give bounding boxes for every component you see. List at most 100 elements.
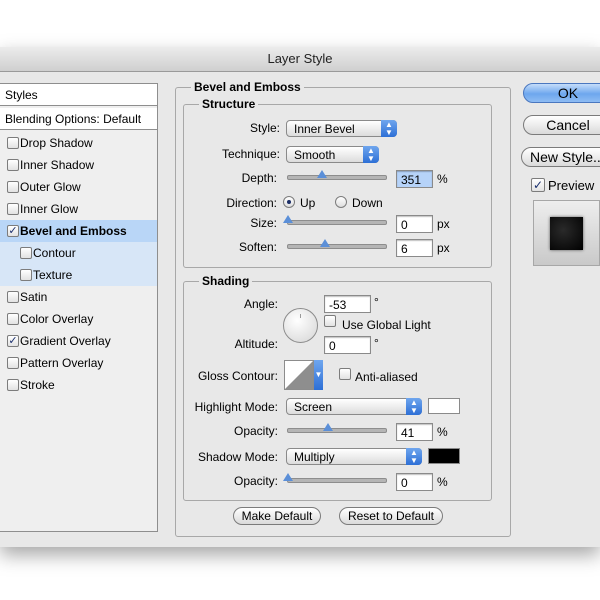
shadow-mode-label: Shadow Mode: xyxy=(197,450,278,464)
depth-unit: % xyxy=(437,172,448,186)
altitude-input[interactable]: 0 xyxy=(324,336,371,354)
style-item-label: Pattern Overlay xyxy=(20,356,104,370)
use-global-light-label: Use Global Light xyxy=(342,318,431,332)
style-item-checkbox[interactable] xyxy=(7,181,19,193)
preview-label: Preview xyxy=(548,178,595,193)
technique-select[interactable]: Smooth ▲ ▼ xyxy=(286,146,379,163)
shading-group xyxy=(183,281,492,501)
ok-button[interactable]: OK xyxy=(523,83,600,103)
angle-dial[interactable] xyxy=(283,308,318,343)
style-item-label: Inner Shadow xyxy=(20,158,95,172)
style-item-checkbox[interactable] xyxy=(7,313,19,325)
highlight-mode-select[interactable]: Screen ▲ ▼ xyxy=(286,398,422,415)
style-item-gradient-overlay[interactable]: ✓ Gradient Overlay xyxy=(0,330,157,352)
soften-slider-thumb[interactable] xyxy=(320,239,331,247)
highlight-opacity-label: Opacity: xyxy=(233,424,278,438)
soften-label: Soften: xyxy=(238,240,277,254)
blending-options-item[interactable]: Blending Options: Default xyxy=(0,108,157,130)
gloss-contour-picker[interactable] xyxy=(284,360,314,390)
style-item-contour[interactable]: Contour xyxy=(0,242,157,264)
style-item-checkbox[interactable] xyxy=(7,379,19,391)
bevel-style-value: Inner Bevel xyxy=(294,122,355,136)
highlight-color-swatch[interactable] xyxy=(428,398,460,414)
direction-up-label: Up xyxy=(300,196,316,210)
style-item-label: Outer Glow xyxy=(20,180,81,194)
style-item-color-overlay[interactable]: Color Overlay xyxy=(0,308,157,330)
style-item-checkbox[interactable] xyxy=(7,203,19,215)
styles-panel: Styles Blending Options: Default Drop Sh… xyxy=(0,83,158,532)
reset-to-default-button[interactable]: Reset to Default xyxy=(339,507,443,525)
style-item-checkbox[interactable] xyxy=(7,291,19,303)
bevel-style-select[interactable]: Inner Bevel ▲ ▼ xyxy=(286,120,397,137)
angle-input[interactable]: -53 xyxy=(324,295,371,313)
anti-aliased-checkbox[interactable] xyxy=(339,368,351,380)
size-slider-thumb[interactable] xyxy=(283,215,293,223)
style-item-checkbox[interactable] xyxy=(7,137,19,149)
shadow-mode-value: Multiply xyxy=(294,450,335,464)
make-default-button[interactable]: Make Default xyxy=(233,507,321,525)
window-title: Layer Style xyxy=(0,47,600,72)
style-item-label: Bevel and Emboss xyxy=(20,224,127,238)
depth-input[interactable]: 351 xyxy=(396,170,433,188)
style-item-checkbox[interactable] xyxy=(20,247,32,259)
style-item-inner-glow[interactable]: Inner Glow xyxy=(0,198,157,220)
depth-label: Depth: xyxy=(241,171,277,185)
style-item-checkbox[interactable] xyxy=(20,269,32,281)
style-item-bevel-and-emboss[interactable]: ✓ Bevel and Emboss xyxy=(0,220,157,242)
style-item-pattern-overlay[interactable]: Pattern Overlay xyxy=(0,352,157,374)
soften-unit: px xyxy=(437,241,450,255)
style-item-checkbox[interactable]: ✓ xyxy=(7,335,19,347)
gloss-contour-label: Gloss Contour: xyxy=(197,369,278,383)
chevron-updown-icon: ▲ ▼ xyxy=(363,146,379,163)
cancel-button[interactable]: Cancel xyxy=(523,115,600,135)
style-item-drop-shadow[interactable]: Drop Shadow xyxy=(0,132,157,154)
highlight-opacity-slider[interactable] xyxy=(287,423,387,433)
shadow-opacity-slider[interactable] xyxy=(283,473,387,483)
style-item-outer-glow[interactable]: Outer Glow xyxy=(0,176,157,198)
chevron-updown-icon: ▲ ▼ xyxy=(406,448,422,465)
soften-input[interactable]: 6 xyxy=(396,239,433,257)
shadow-mode-select[interactable]: Multiply ▲ ▼ xyxy=(286,448,422,465)
style-item-label: Contour xyxy=(33,246,76,260)
shadow-opacity-input[interactable]: 0 xyxy=(396,473,433,491)
angle-dial-marker xyxy=(300,314,301,318)
shadow-opacity-thumb[interactable] xyxy=(283,473,293,481)
direction-up-radio[interactable] xyxy=(283,196,295,208)
direction-label: Direction: xyxy=(226,196,277,210)
size-input[interactable]: 0 xyxy=(396,215,433,233)
angle-unit: ° xyxy=(374,295,379,309)
style-item-label: Gradient Overlay xyxy=(20,334,111,348)
size-slider[interactable] xyxy=(283,215,387,225)
depth-slider[interactable] xyxy=(287,170,387,180)
highlight-opacity-input[interactable]: 41 xyxy=(396,423,433,441)
direction-down-radio[interactable] xyxy=(335,196,347,208)
highlight-mode-label: Highlight Mode: xyxy=(194,400,278,414)
style-item-stroke[interactable]: Stroke xyxy=(0,374,157,396)
highlight-opacity-thumb[interactable] xyxy=(323,423,334,431)
use-global-light-checkbox[interactable] xyxy=(324,315,336,327)
style-item-inner-shadow[interactable]: Inner Shadow xyxy=(0,154,157,176)
style-item-label: Texture xyxy=(33,268,73,282)
altitude-label: Altitude: xyxy=(234,337,278,351)
chevron-updown-icon: ▲ ▼ xyxy=(381,120,397,137)
style-item-label: Stroke xyxy=(20,378,55,392)
preview-thumbnail xyxy=(533,200,600,266)
shadow-color-swatch[interactable] xyxy=(428,448,460,464)
style-item-label: Inner Glow xyxy=(20,202,79,216)
new-style-button[interactable]: New Style... xyxy=(521,147,600,167)
style-item-checkbox[interactable] xyxy=(7,159,19,171)
style-item-checkbox[interactable] xyxy=(7,357,19,369)
size-unit: px xyxy=(437,217,450,231)
depth-slider-thumb[interactable] xyxy=(317,170,328,178)
gloss-contour-dropdown-icon[interactable]: ▼ xyxy=(314,360,323,390)
angle-label: Angle: xyxy=(243,297,278,311)
style-item-checkbox[interactable]: ✓ xyxy=(7,225,19,237)
style-item-satin[interactable]: Satin xyxy=(0,286,157,308)
style-item-texture[interactable]: Texture xyxy=(0,264,157,286)
styles-header: Styles xyxy=(0,84,157,106)
preview-checkbox[interactable]: ✓ xyxy=(531,178,545,192)
soften-slider[interactable] xyxy=(287,239,387,249)
anti-aliased-label: Anti-aliased xyxy=(355,370,418,384)
style-label: Style: xyxy=(249,121,280,135)
size-label: Size: xyxy=(250,216,277,230)
